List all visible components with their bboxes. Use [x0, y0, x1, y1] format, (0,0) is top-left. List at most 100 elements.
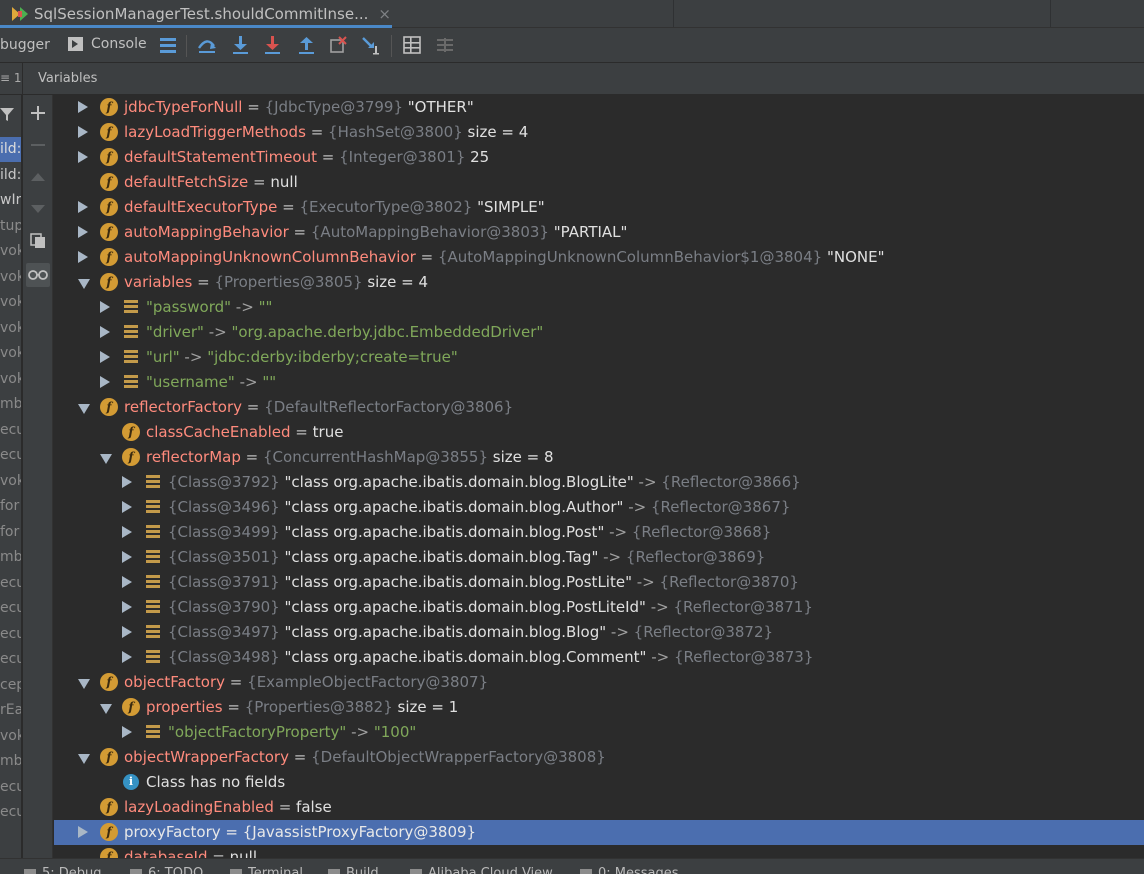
variable-row[interactable]: f databaseId = null [54, 845, 1144, 858]
expand-arrow-icon[interactable] [122, 501, 132, 513]
frame-item[interactable]: wIr [0, 188, 21, 213]
tool-window-button[interactable]: Terminal [230, 866, 303, 874]
variable-row[interactable]: f properties = {Properties@3882} size = 1 [54, 695, 1144, 720]
expand-arrow-icon[interactable] [100, 301, 110, 313]
variable-row[interactable]: f proxyFactory = {JavassistProxyFactory@3… [54, 820, 1144, 845]
expand-arrow-icon[interactable] [78, 226, 88, 238]
frame-item[interactable]: ecu [0, 443, 21, 468]
variable-row[interactable]: f reflectorMap = {ConcurrentHashMap@3855}… [54, 445, 1144, 470]
variable-row[interactable]: f objectFactory = {ExampleObjectFactory@3… [54, 670, 1144, 695]
remove-watch-button[interactable] [26, 133, 50, 157]
frame-item[interactable]: vok [0, 469, 21, 494]
variable-row[interactable]: f defaultFetchSize = null [54, 170, 1144, 195]
frame-item[interactable]: ecu [0, 418, 21, 443]
force-step-into-icon[interactable] [261, 34, 283, 56]
collapse-arrow-icon[interactable] [78, 754, 90, 764]
variable-row[interactable]: "url" -> "jdbc:derby:ibderby;create=true… [54, 345, 1144, 370]
variable-row[interactable]: f defaultStatementTimeout = {Integer@3801… [54, 145, 1144, 170]
frame-item[interactable]: mbo [0, 749, 21, 774]
variable-row[interactable]: f jdbcTypeForNull = {JdbcType@3799} "OTHE… [54, 95, 1144, 120]
frame-item[interactable]: ild: [0, 137, 21, 162]
frame-item[interactable]: ecu [0, 571, 21, 596]
frame-item[interactable]: vok [0, 239, 21, 264]
variable-row[interactable]: {Class@3501} "class org.apache.ibatis.do… [54, 545, 1144, 570]
variable-row[interactable]: f autoMappingBehavior = {AutoMappingBehav… [54, 220, 1144, 245]
console-tab[interactable]: Console [68, 36, 147, 52]
expand-arrow-icon[interactable] [122, 476, 132, 488]
collapse-arrow-icon[interactable] [100, 454, 112, 464]
frame-item[interactable]: cep [0, 673, 21, 698]
expand-arrow-icon[interactable] [122, 626, 132, 638]
frame-item[interactable]: ild: [0, 163, 21, 188]
frame-item[interactable]: vok [0, 316, 21, 341]
frame-item[interactable]: mbo [0, 392, 21, 417]
variable-row[interactable]: {Class@3496} "class org.apache.ibatis.do… [54, 495, 1144, 520]
step-into-icon[interactable] [229, 34, 251, 56]
expand-arrow-icon[interactable] [122, 551, 132, 563]
expand-arrow-icon[interactable] [100, 326, 110, 338]
expand-arrow-icon[interactable] [78, 826, 88, 838]
collapse-arrow-icon[interactable] [78, 679, 90, 689]
expand-arrow-icon[interactable] [122, 576, 132, 588]
variable-row[interactable]: f lazyLoadTriggerMethods = {HashSet@3800}… [54, 120, 1144, 145]
variable-row[interactable]: f autoMappingUnknownColumnBehavior = {Aut… [54, 245, 1144, 270]
variable-row[interactable]: f defaultExecutorType = {ExecutorType@380… [54, 195, 1144, 220]
variable-row[interactable]: {Class@3498} "class org.apache.ibatis.do… [54, 645, 1144, 670]
variable-row[interactable]: f reflectorFactory = {DefaultReflectorFac… [54, 395, 1144, 420]
copy-button[interactable] [26, 229, 50, 253]
frame-item[interactable]: vok [0, 367, 21, 392]
variable-row[interactable]: {Class@3499} "class org.apache.ibatis.do… [54, 520, 1144, 545]
expand-arrow-icon[interactable] [100, 351, 110, 363]
variable-row[interactable]: {Class@3790} "class org.apache.ibatis.do… [54, 595, 1144, 620]
frame-item[interactable]: tup [0, 214, 21, 239]
drop-frame-icon[interactable] [327, 34, 349, 56]
expand-arrow-icon[interactable] [78, 251, 88, 263]
add-watch-button[interactable] [26, 101, 50, 125]
variable-row[interactable]: f classCacheEnabled = true [54, 420, 1144, 445]
tool-window-button[interactable]: Build [328, 866, 379, 874]
frame-item[interactable]: mbo [0, 545, 21, 570]
expand-arrow-icon[interactable] [78, 201, 88, 213]
frame-item[interactable]: ecu [0, 775, 21, 800]
expand-arrow-icon[interactable] [122, 726, 132, 738]
variable-row[interactable]: "objectFactoryProperty" -> "100" [54, 720, 1144, 745]
tool-window-button[interactable]: 6: TODO [130, 866, 203, 874]
run-to-cursor-icon[interactable] [360, 34, 382, 56]
variable-row[interactable]: "password" -> "" [54, 295, 1144, 320]
debugger-tab[interactable]: bugger [0, 37, 50, 53]
expand-arrow-icon[interactable] [78, 101, 88, 113]
frame-item[interactable]: vok [0, 265, 21, 290]
variable-row[interactable]: f variables = {Properties@3805} size = 4 [54, 270, 1144, 295]
threads-menu-icon[interactable] [157, 34, 179, 56]
editor-tab[interactable]: SqlSessionManagerTest.shouldCommitInse..… [0, 0, 392, 28]
filter-icon[interactable] [0, 107, 14, 121]
frame-item[interactable]: vok [0, 341, 21, 366]
tool-window-button[interactable]: 5: Debug [24, 866, 102, 874]
frame-item[interactable]: vok [0, 290, 21, 315]
tool-window-button[interactable]: Alibaba Cloud View [410, 866, 553, 874]
expand-arrow-icon[interactable] [122, 651, 132, 663]
expand-arrow-icon[interactable] [78, 126, 88, 138]
variable-row[interactable]: f lazyLoadingEnabled = false [54, 795, 1144, 820]
frame-item[interactable]: ecu [0, 647, 21, 672]
move-down-button[interactable] [26, 197, 50, 221]
close-icon[interactable]: × [378, 5, 391, 23]
expand-arrow-icon[interactable] [100, 376, 110, 388]
variable-row[interactable]: {Class@3497} "class org.apache.ibatis.do… [54, 620, 1144, 645]
frame-item[interactable]: rEac [0, 698, 21, 723]
variable-row[interactable]: "driver" -> "org.apache.derby.jdbc.Embed… [54, 320, 1144, 345]
variable-row[interactable]: {Class@3792} "class org.apache.ibatis.do… [54, 470, 1144, 495]
frames-header[interactable]: ≡ 1 [0, 71, 22, 85]
frame-item[interactable]: ecu [0, 596, 21, 621]
evaluate-expression-icon[interactable] [401, 34, 423, 56]
frame-item[interactable]: for [0, 520, 21, 545]
variable-row[interactable]: i Class has no fields [54, 770, 1144, 795]
variable-row[interactable]: f objectWrapperFactory = {DefaultObjectWr… [54, 745, 1144, 770]
frame-item[interactable]: ecu [0, 622, 21, 647]
trace-icon[interactable] [434, 34, 456, 56]
variable-row[interactable]: {Class@3791} "class org.apache.ibatis.do… [54, 570, 1144, 595]
move-up-button[interactable] [26, 165, 50, 189]
frame-item[interactable]: ecu [0, 800, 21, 825]
frame-item[interactable]: vok [0, 724, 21, 749]
step-out-icon[interactable] [295, 34, 317, 56]
